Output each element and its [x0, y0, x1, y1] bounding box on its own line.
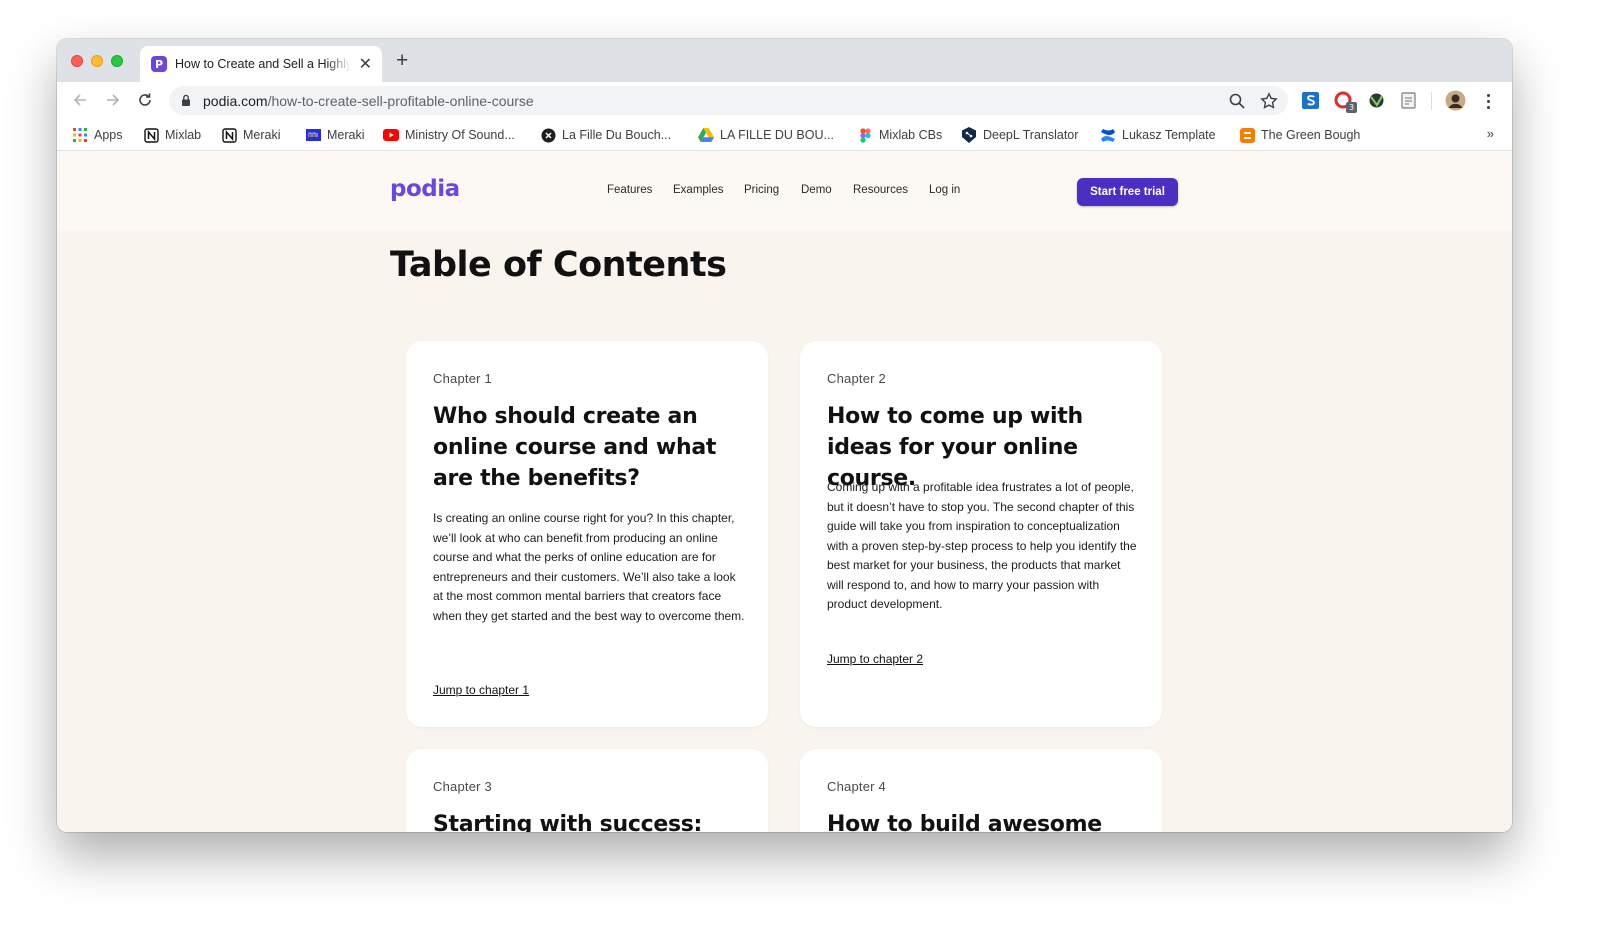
bookmarks-bar: Apps Mixlab Meraki Meraki Ministry Of So…: [57, 119, 1512, 151]
chapter-card: Chapter 1 Who should create an online co…: [406, 341, 768, 727]
bookmark-lukasz-template[interactable]: Lukasz Template: [1100, 126, 1216, 144]
profile-avatar-icon[interactable]: [1445, 90, 1466, 111]
chapter-label: Chapter 4: [827, 779, 886, 794]
podia-logo[interactable]: podia: [390, 176, 460, 202]
page-title: Table of Contents: [390, 245, 727, 285]
bookmark-deepl[interactable]: DeepL Translator: [961, 126, 1078, 144]
tab-close-icon[interactable]: ✕: [359, 54, 372, 74]
bookmark-label: Lukasz Template: [1122, 128, 1216, 142]
figma-icon: [857, 127, 873, 143]
chapter-heading: Who should create an online course and w…: [433, 404, 717, 491]
url-path: /how-to-create-sell-profitable-online-co…: [267, 93, 534, 109]
extension-badge: 3: [1346, 102, 1357, 113]
chapter-card: Chapter 4 How to build awesome online co…: [800, 749, 1162, 832]
site-header: podia Features Examples Pricing Demo Res…: [57, 152, 1512, 231]
chapter-card: Chapter 2 How to come up with ideas for …: [800, 341, 1162, 727]
forward-button[interactable]: [103, 90, 123, 110]
bookmark-label: Apps: [94, 128, 123, 142]
bookmark-meraki-notion[interactable]: Meraki: [221, 126, 281, 144]
deepl-icon: [961, 127, 977, 143]
chapter-label: Chapter 2: [827, 371, 886, 386]
bookmark-label: Meraki: [327, 128, 365, 142]
browser-toolbar: podia.com/how-to-create-sell-profitable-…: [57, 82, 1512, 119]
arrow-right-icon: [107, 94, 120, 106]
close-window-button[interactable]: [71, 55, 83, 67]
browser-window: P How to Create and Sell a Highly Profit…: [57, 39, 1512, 832]
web-page: podia Features Examples Pricing Demo Res…: [57, 152, 1512, 832]
zoom-icon[interactable]: [1228, 92, 1246, 110]
arrow-left-icon: [73, 94, 86, 106]
bookmark-mixlab-cbs[interactable]: Mixlab CBs: [857, 126, 942, 144]
nav-features[interactable]: Features: [607, 184, 652, 196]
nav-demo[interactable]: Demo: [801, 184, 832, 196]
bookmark-apps[interactable]: Apps: [72, 126, 123, 144]
apps-grid-icon: [72, 127, 88, 143]
bookmark-meraki[interactable]: Meraki: [305, 126, 365, 144]
more-menu-button[interactable]: [1483, 91, 1493, 111]
bookmark-label: The Green Bough: [1261, 128, 1361, 142]
bookmark-label: DeepL Translator: [983, 128, 1079, 142]
extension-s-icon[interactable]: [1301, 91, 1320, 110]
bookmark-label: Mixlab CBs: [879, 128, 943, 142]
extension-notes-icon[interactable]: [1399, 91, 1418, 110]
chapter-heading: Starting with success: how to plan your …: [433, 812, 703, 832]
chapter-description: Is creating an online course right for y…: [433, 511, 745, 623]
chapter-label: Chapter 1: [433, 371, 492, 386]
star-bookmark-icon[interactable]: [1260, 92, 1278, 110]
meraki-icon: [305, 127, 321, 143]
jump-to-chapter-link[interactable]: Jump to chapter 2: [827, 652, 923, 666]
toolbar-divider: [1431, 92, 1432, 110]
nav-log-in[interactable]: Log in: [929, 184, 960, 196]
bookmark-ministry-of-sound[interactable]: Ministry Of Sound...: [383, 126, 515, 144]
chapter-label: Chapter 3: [433, 779, 492, 794]
minimize-window-button[interactable]: [91, 55, 103, 67]
notion-icon: [143, 127, 159, 143]
url-domain: podia.com: [203, 93, 268, 109]
bookmark-label: LA FILLE DU BOU...: [720, 128, 834, 142]
confluence-icon: [1100, 127, 1116, 143]
bookmark-green-bough[interactable]: The Green Bough: [1239, 126, 1360, 144]
jump-to-chapter-link[interactable]: Jump to chapter 1: [433, 683, 529, 697]
chapter-description: Coming up with a profitable idea frustra…: [827, 480, 1137, 611]
address-bar[interactable]: podia.com/how-to-create-sell-profitable-…: [169, 86, 1288, 115]
blogger-icon: [1239, 127, 1255, 143]
bookmark-label: Ministry Of Sound...: [405, 128, 515, 142]
url-text: podia.com/how-to-create-sell-profitable-…: [203, 93, 534, 109]
bookmark-mixlab[interactable]: Mixlab: [143, 126, 201, 144]
nav-resources[interactable]: Resources: [853, 184, 908, 196]
reload-button[interactable]: [135, 90, 155, 110]
nav-examples[interactable]: Examples: [673, 184, 724, 196]
bookmark-label: La Fille Du Bouch...: [562, 128, 672, 142]
lock-icon: [182, 94, 190, 106]
reload-icon: [139, 93, 151, 106]
nav-pricing[interactable]: Pricing: [744, 184, 779, 196]
new-tab-button[interactable]: +: [396, 50, 408, 71]
youtube-icon: [383, 127, 399, 143]
bookmark-label: Meraki: [243, 128, 281, 142]
tab-strip: P How to Create and Sell a Highly Profit…: [57, 39, 1512, 82]
close-circle-icon: [540, 127, 556, 143]
start-free-trial-button[interactable]: Start free trial: [1077, 178, 1178, 206]
bookmarks-overflow-button[interactable]: »: [1487, 126, 1494, 141]
bookmark-la-fille-du-boucher[interactable]: La Fille Du Bouch...: [540, 126, 671, 144]
bookmark-la-fille-du-bou-drive[interactable]: LA FILLE DU BOU...: [698, 126, 834, 144]
tab-active[interactable]: P How to Create and Sell a Highly Profit…: [140, 46, 382, 82]
chapter-card: Chapter 3 Starting with success: how to …: [406, 749, 768, 832]
notion-icon: [221, 127, 237, 143]
fullscreen-window-button[interactable]: [111, 55, 123, 67]
chapter-heading: How to build awesome online course conte…: [827, 812, 1102, 832]
google-drive-icon: [698, 127, 714, 143]
back-button[interactable]: [70, 90, 90, 110]
podia-favicon-icon: P: [151, 56, 167, 72]
extension-globe-icon[interactable]: [1367, 91, 1386, 110]
tab-title: How to Create and Sell a Highly Profitab…: [175, 57, 351, 71]
bookmark-label: Mixlab: [165, 128, 202, 142]
